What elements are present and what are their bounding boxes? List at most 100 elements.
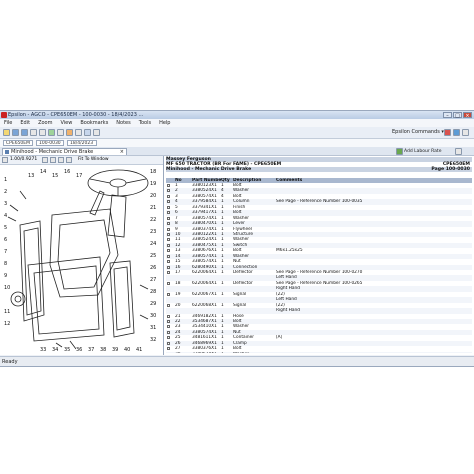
forward-icon[interactable]	[21, 129, 28, 136]
callout-21: 21	[150, 205, 156, 211]
menu-file[interactable]: File	[0, 119, 16, 127]
callout-26: 26	[150, 265, 156, 271]
refresh-icon[interactable]	[48, 129, 55, 136]
row-checkbox[interactable]	[167, 184, 170, 187]
row-checkbox[interactable]	[167, 271, 170, 274]
row-checkbox[interactable]	[167, 281, 170, 285]
row-checkbox[interactable]	[167, 227, 170, 231]
help-icon[interactable]	[93, 129, 100, 136]
print-diagram-icon[interactable]	[66, 157, 72, 163]
options-icon[interactable]	[462, 129, 469, 136]
callout-17: 17	[76, 173, 82, 179]
callout-24: 24	[150, 241, 156, 247]
menu-bookmarks[interactable]: Bookmarks	[76, 119, 112, 127]
table-row[interactable]: 283380524X11Washer	[166, 351, 472, 353]
close-window-button[interactable]: ×	[463, 112, 472, 119]
row-checkbox[interactable]	[167, 194, 170, 198]
tab-minihood-label: Minihood - Mechanic Drive Brake	[11, 149, 94, 155]
row-checkbox[interactable]	[167, 330, 170, 334]
row-checkbox[interactable]	[167, 303, 170, 307]
row-checkbox[interactable]	[167, 211, 170, 215]
row-checkbox[interactable]	[167, 200, 170, 204]
menu-help[interactable]: Help	[155, 119, 174, 127]
callout-4: 4	[4, 213, 7, 219]
menu-edit[interactable]: Edit	[16, 119, 34, 127]
row-checkbox[interactable]	[167, 314, 170, 318]
home-icon[interactable]	[30, 129, 37, 136]
callout-28: 28	[150, 289, 156, 295]
menu-zoom[interactable]: Zoom	[34, 119, 56, 127]
open-folder-icon[interactable]	[3, 129, 10, 136]
date-field[interactable]: 18/4/2023	[67, 140, 97, 146]
row-checkbox[interactable]	[167, 216, 170, 220]
panel-options-icon[interactable]	[455, 148, 462, 155]
maximize-button[interactable]: □	[453, 112, 462, 119]
row-checkbox[interactable]	[167, 222, 170, 226]
bookmark-icon[interactable]	[66, 129, 73, 136]
callout-3: 3	[4, 201, 7, 207]
notes-icon[interactable]	[75, 129, 82, 136]
user-icon[interactable]	[453, 129, 460, 136]
add-icon[interactable]	[396, 148, 403, 155]
callout-14: 14	[40, 169, 46, 175]
document-icon	[5, 150, 9, 154]
qty-cell: 1	[221, 352, 232, 353]
row-checkbox[interactable]	[167, 232, 170, 236]
search-icon[interactable]	[57, 129, 64, 136]
page-field[interactable]: 100-0030	[36, 140, 64, 146]
row-checkbox[interactable]	[167, 260, 170, 264]
title-bar: Epsilon - AGCO - CPE650EM - 100-0030 - 1…	[0, 111, 474, 119]
settings-icon[interactable]	[84, 129, 91, 136]
part-number-cell: 3380524X1	[192, 352, 221, 353]
callout-25: 25	[150, 253, 156, 259]
main-toolbar: Epsilon Commands ▾	[0, 127, 474, 139]
row-checkbox[interactable]	[167, 205, 170, 209]
callout-16: 16	[64, 169, 70, 175]
zoom-in-icon[interactable]	[42, 157, 48, 163]
callout-33: 33	[40, 347, 46, 353]
menu-tools[interactable]: Tools	[135, 119, 155, 127]
fit-to-window-button[interactable]: Fit To Window	[78, 156, 109, 164]
add-labour-rate-button[interactable]: Add Labour Rate	[404, 148, 441, 155]
minimize-button[interactable]: –	[443, 112, 452, 119]
zoom-out-icon[interactable]	[2, 157, 8, 163]
row-checkbox[interactable]	[167, 325, 170, 329]
status-bar: Ready	[0, 356, 474, 366]
callout-29: 29	[150, 301, 156, 307]
row-checkbox[interactable]	[167, 238, 170, 242]
callout-7: 7	[4, 249, 7, 255]
menu-view[interactable]: View	[56, 119, 76, 127]
model-field[interactable]: CPE650EM	[3, 140, 33, 146]
row-checkbox[interactable]	[167, 249, 170, 253]
row-checkbox[interactable]	[167, 265, 170, 269]
app-window: Epsilon - AGCO - CPE650EM - 100-0030 - 1…	[0, 110, 474, 367]
callout-9: 9	[4, 273, 7, 279]
callout-30: 30	[150, 313, 156, 319]
row-checkbox[interactable]	[167, 347, 170, 351]
row-checkbox[interactable]	[167, 292, 170, 296]
menu-notes[interactable]: Notes	[112, 119, 134, 127]
callout-12: 12	[4, 321, 10, 327]
callout-40: 40	[124, 347, 130, 353]
row-checkbox[interactable]	[167, 189, 170, 193]
row-checkbox[interactable]	[167, 341, 170, 345]
menu-bar: File Edit Zoom View Bookmarks Notes Tool…	[0, 119, 474, 127]
image-toolbar: 1.00/0.9271 Fit To Window	[0, 156, 163, 165]
row-checkbox[interactable]	[167, 243, 170, 247]
callout-23: 23	[150, 229, 156, 235]
callout-41: 41	[136, 347, 142, 353]
tab-close-icon[interactable]: ×	[120, 149, 124, 155]
callout-5: 5	[4, 225, 7, 231]
pan-icon[interactable]	[58, 157, 64, 163]
epsilon-commands-dropdown[interactable]: Epsilon Commands ▾	[392, 128, 444, 137]
right-deflector-drawing	[109, 260, 135, 338]
row-checkbox[interactable]	[167, 319, 170, 323]
rotate-icon[interactable]	[50, 157, 56, 163]
tab-minihood[interactable]: Minihood - Mechanic Drive Brake ×	[2, 148, 127, 155]
back-icon[interactable]	[12, 129, 19, 136]
print-icon[interactable]	[39, 129, 46, 136]
exploded-parts-diagram[interactable]: 1 2 3 4 5 6 7 8 9 10 11 12 13 14 15 16 1…	[0, 165, 163, 355]
row-checkbox[interactable]	[167, 336, 170, 340]
cart-icon[interactable]	[444, 129, 451, 136]
row-checkbox[interactable]	[167, 254, 170, 258]
